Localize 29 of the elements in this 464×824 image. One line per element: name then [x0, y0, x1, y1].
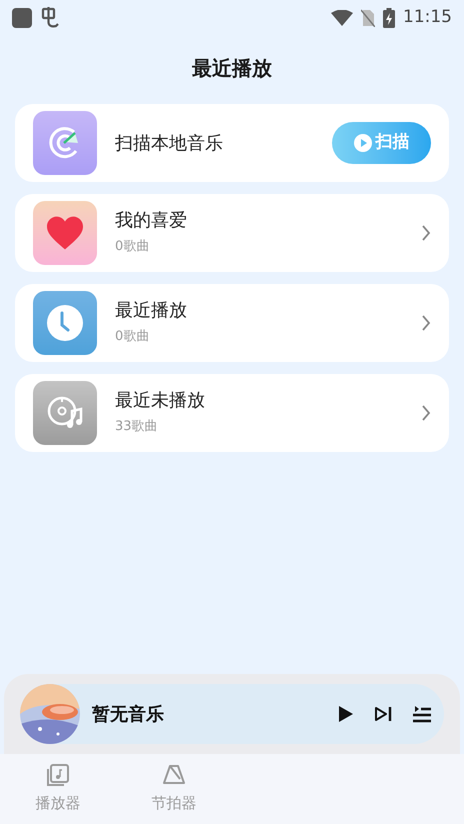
playlist-icon[interactable]	[412, 705, 432, 723]
app-notification-icon	[12, 8, 32, 28]
playlist-item[interactable]: 最近未播放 33歌曲	[15, 374, 449, 452]
chevron-right-icon	[421, 405, 431, 421]
mini-player[interactable]: 暂无音乐	[4, 674, 460, 754]
playlist-title: 最近未播放	[115, 389, 206, 413]
playlist-item[interactable]: 我的喜爱 0歌曲	[15, 194, 449, 272]
no-sim-icon	[361, 9, 375, 27]
bug-icon	[40, 7, 60, 29]
page-title: 最近播放	[192, 55, 272, 82]
status-time: 11:15	[403, 6, 452, 30]
music-note-icon	[45, 762, 71, 788]
clock-icon	[33, 291, 97, 355]
song-count: 0歌曲	[115, 238, 150, 256]
battery-charging-icon	[383, 8, 395, 28]
song-count: 33歌曲	[115, 418, 159, 436]
chevron-right-icon	[421, 225, 431, 241]
playlist-item[interactable]: 最近播放 0歌曲	[15, 284, 449, 362]
skip-next-icon[interactable]	[374, 706, 392, 722]
radar-scan-icon	[33, 111, 97, 175]
play-icon[interactable]	[338, 705, 354, 723]
chevron-right-icon	[421, 315, 431, 331]
scan-label: 扫描本地音乐	[115, 132, 224, 156]
wifi-icon	[331, 10, 353, 26]
playlist-title: 最近播放	[115, 299, 188, 323]
play-circle-icon	[354, 134, 372, 152]
now-playing-title: 暂无音乐	[92, 702, 165, 726]
playlist-title: 我的喜爱	[115, 209, 188, 233]
song-count: 0歌曲	[115, 328, 150, 346]
